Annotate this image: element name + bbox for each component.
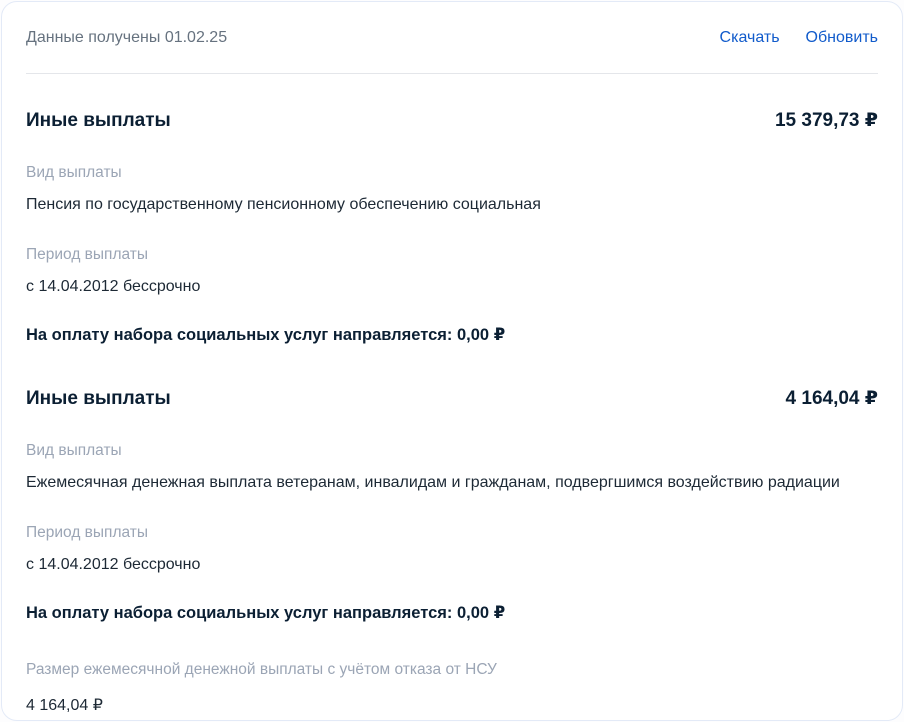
section-title: Иные выплаты (26, 110, 171, 131)
card-header: Данные получены 01.02.25 Скачать Обновит… (26, 29, 878, 47)
field-label-payment-type: Вид выплаты (26, 164, 122, 181)
nsu-allocation-line: На оплату набора социальных услуг направ… (26, 604, 506, 622)
payments-card: Данные получены 01.02.25 Скачать Обновит… (1, 1, 903, 721)
field-value-payment-type: Ежемесячная денежная выплата ветеранам, … (26, 474, 840, 491)
section-title: Иные выплаты (26, 388, 171, 409)
header-actions: Скачать Обновить (720, 29, 878, 47)
nsu-allocation-line: На оплату набора социальных услуг направ… (26, 326, 506, 344)
field-value-payment-type: Пенсия по государственному пенсионному о… (26, 196, 541, 213)
section-head: Иные выплаты 15 379,73 ₽ (26, 109, 878, 132)
section-amount: 15 379,73 ₽ (774, 110, 878, 131)
section-amount: 4 164,04 ₽ (785, 388, 878, 409)
refresh-link[interactable]: Обновить (806, 29, 878, 47)
page-viewport: Данные получены 01.02.25 Скачать Обновит… (0, 0, 904, 722)
download-link[interactable]: Скачать (720, 29, 780, 47)
payment-section-1: Иные выплаты 15 379,73 ₽ Вид выплаты Пен… (26, 109, 878, 345)
field-label-payment-type: Вид выплаты (26, 442, 122, 459)
header-divider (26, 73, 878, 74)
data-received-label: Данные получены 01.02.25 (26, 29, 228, 46)
field-label-payment-period: Период выплаты (26, 524, 149, 541)
section-head: Иные выплаты 4 164,04 ₽ (26, 387, 878, 410)
payment-section-2: Иные выплаты 4 164,04 ₽ Вид выплаты Ежем… (26, 387, 878, 715)
field-value-payment-period: с 14.04.2012 бессрочно (26, 556, 201, 573)
field-value-nsu-refusal-amount: 4 164,04 ₽ (26, 697, 103, 714)
field-label-nsu-refusal-amount: Размер ежемесячной денежной выплаты с уч… (26, 661, 497, 678)
field-label-payment-period: Период выплаты (26, 246, 149, 263)
field-value-payment-period: с 14.04.2012 бессрочно (26, 278, 201, 295)
